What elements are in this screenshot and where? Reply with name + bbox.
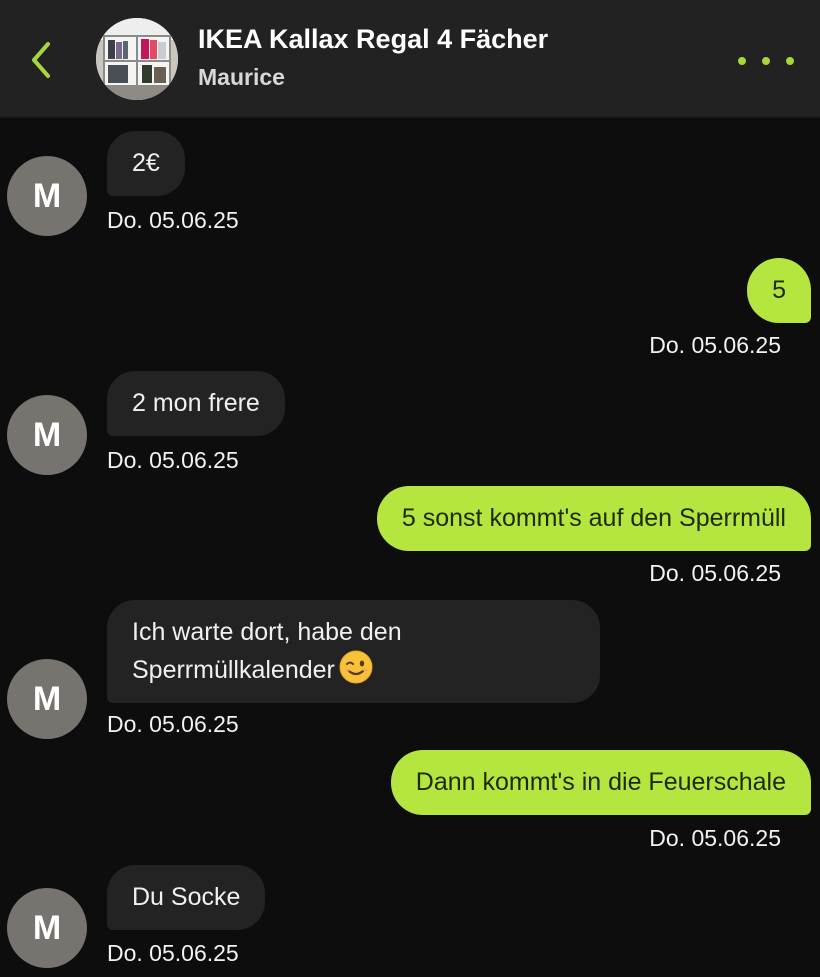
message-timestamp: Do. 05.06.25 [107, 207, 239, 233]
more-dots-icon [762, 57, 770, 65]
winking-face-emoji [339, 650, 373, 684]
chevron-left-icon [32, 42, 50, 78]
shelf-photo [96, 18, 178, 100]
incoming-message-bubble[interactable]: Ich warte dort, habe den Sperrmüllkalend… [107, 600, 600, 703]
contact-name: Maurice [198, 64, 285, 90]
incoming-message-bubble[interactable]: Du Socke [107, 865, 266, 930]
incoming-message-bubble[interactable]: 2€ [107, 131, 185, 196]
message-text-line: Sperrmüllkalender [132, 650, 575, 688]
message-timestamp: Do. 05.06.25 [107, 447, 239, 473]
message-text: Sperrmüllkalender [132, 656, 335, 684]
avatar[interactable]: M [7, 888, 87, 968]
chat-header: IKEA Kallax Regal 4 Fächer Maurice [0, 0, 820, 118]
more-options-button[interactable] [738, 48, 794, 74]
message-timestamp: Do. 05.06.25 [107, 940, 239, 966]
outgoing-message-bubble[interactable]: Dann kommt's in die Feuerschale [390, 750, 811, 815]
listing-title: IKEA Kallax Regal 4 Fächer [198, 24, 549, 54]
message-text-line: Ich warte dort, habe den [132, 618, 402, 646]
listing-thumbnail[interactable] [96, 18, 178, 100]
outgoing-message-bubble[interactable]: 5 [747, 258, 811, 323]
more-dots-icon [738, 57, 746, 65]
message-timestamp: Do. 05.06.25 [649, 332, 781, 358]
message-timestamp: Do. 05.06.25 [649, 560, 781, 586]
avatar[interactable]: M [7, 156, 87, 236]
message-timestamp: Do. 05.06.25 [107, 711, 239, 737]
avatar[interactable]: M [7, 659, 87, 739]
avatar[interactable]: M [7, 395, 87, 475]
back-button[interactable] [24, 38, 60, 82]
incoming-message-bubble[interactable]: 2 mon frere [107, 371, 285, 436]
more-dots-icon [786, 57, 794, 65]
outgoing-message-bubble[interactable]: 5 sonst kommt's auf den Sperrmüll [376, 486, 811, 551]
message-timestamp: Do. 05.06.25 [649, 825, 781, 851]
